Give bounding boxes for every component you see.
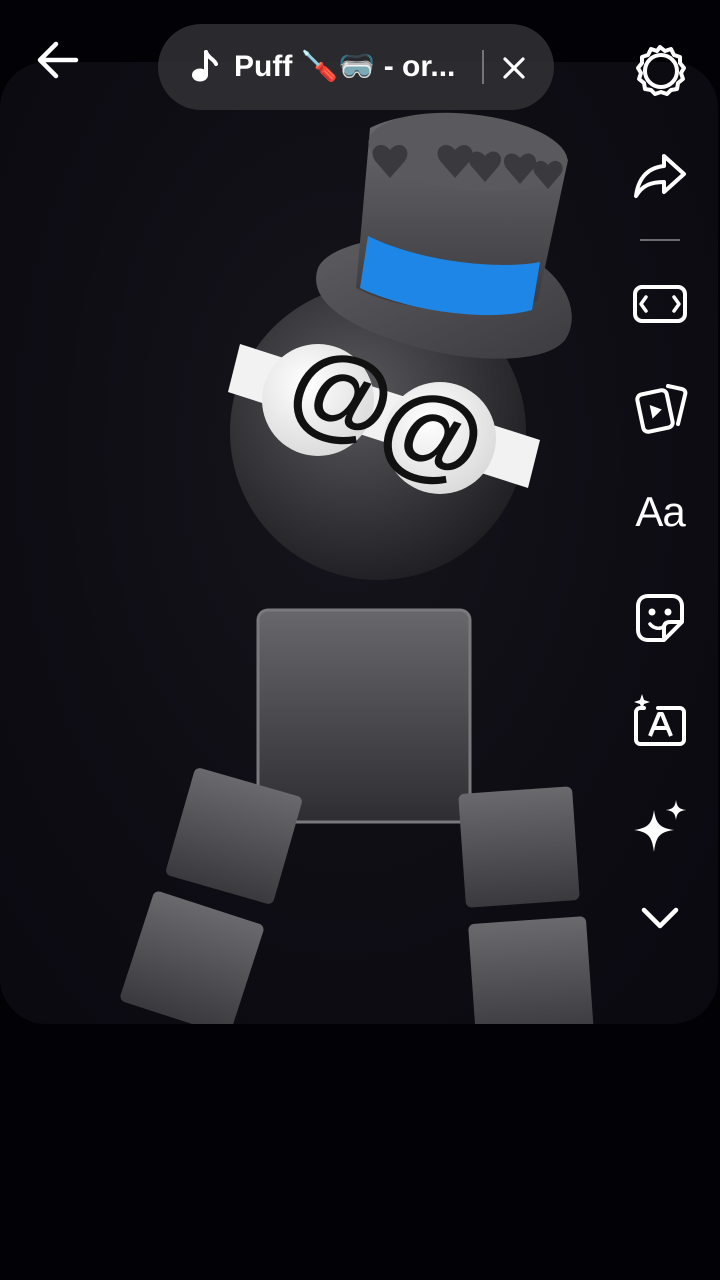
text-icon: Aa — [635, 488, 685, 535]
chevron-down-icon — [641, 907, 679, 929]
video-preview[interactable]: @ @ — [0, 62, 718, 1024]
back-button[interactable] — [30, 36, 86, 84]
share-arrow-icon — [634, 154, 686, 198]
sparkle-effects-icon — [634, 800, 686, 852]
more-tools-button[interactable] — [628, 886, 692, 950]
character-left-leg — [120, 768, 302, 1024]
video-frame: @ @ — [120, 112, 594, 1024]
remove-sound-button[interactable] — [492, 46, 536, 90]
character-right-leg — [458, 786, 594, 1024]
clips-icon — [635, 384, 688, 434]
gear-icon — [636, 45, 686, 96]
stickers-button[interactable] — [628, 586, 692, 650]
effects-button[interactable] — [628, 794, 692, 858]
share-button[interactable] — [628, 144, 692, 208]
settings-button[interactable] — [628, 38, 692, 102]
aspect-ratio-icon — [633, 285, 687, 323]
rail-divider — [640, 239, 680, 241]
sticker-icon — [636, 594, 684, 642]
clips-button[interactable] — [628, 376, 692, 440]
sound-divider — [482, 50, 484, 84]
close-icon — [503, 57, 525, 79]
top-hat — [316, 112, 572, 359]
character-body — [256, 608, 472, 824]
auto-captions-button[interactable] — [628, 688, 692, 752]
aspect-ratio-button[interactable] — [628, 272, 692, 336]
text-tool-button[interactable]: Aa — [628, 480, 692, 544]
story-editor-screen: @ @ Puff 🪛🥽 - or... Aa — [0, 0, 720, 1280]
auto-captions-icon — [634, 694, 686, 746]
arrow-left-icon — [37, 41, 79, 79]
music-note-icon — [192, 50, 218, 82]
